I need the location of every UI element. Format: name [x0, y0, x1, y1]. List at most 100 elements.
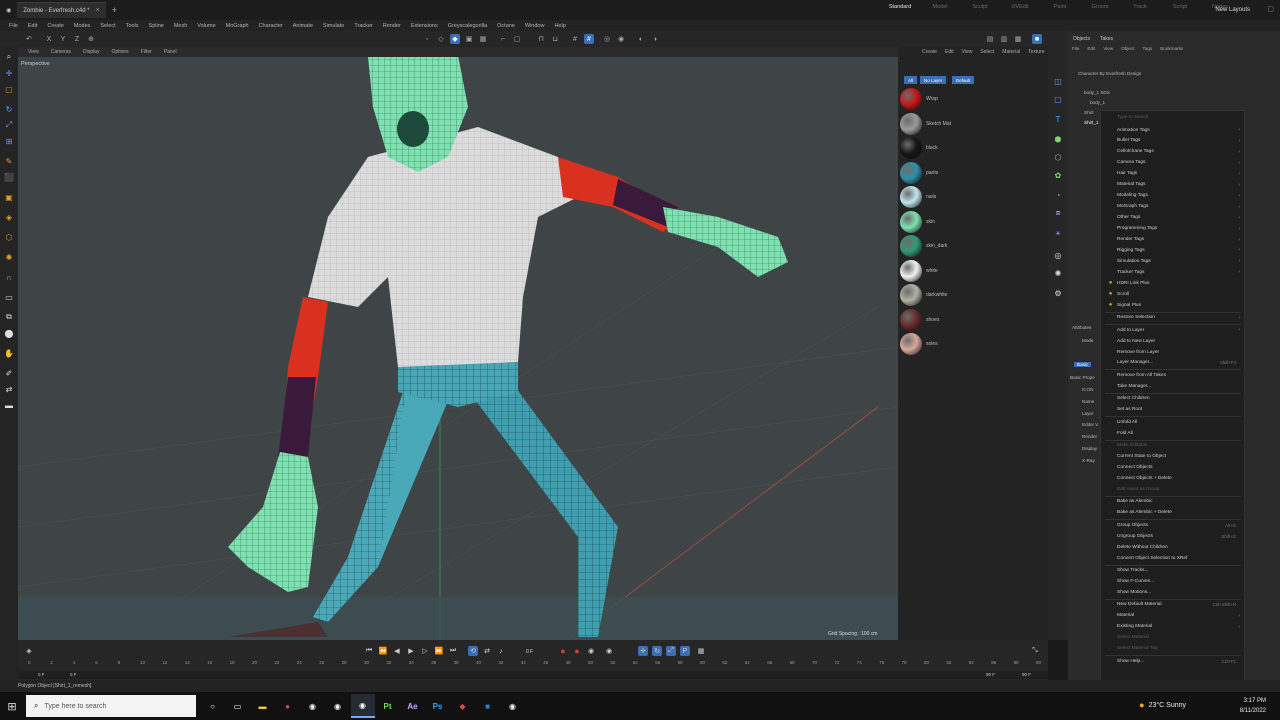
material-item[interactable]: pants — [900, 161, 1040, 185]
measure-icon[interactable]: ✐ — [3, 367, 15, 379]
filter-all[interactable]: All — [904, 76, 918, 84]
attributes-mode-menu[interactable]: Mode — [1082, 338, 1094, 343]
spline-icon[interactable]: ▢ — [1052, 93, 1064, 105]
context-item-show-motions[interactable]: Show Motions... — [1117, 587, 1242, 597]
context-item-bullet-tags[interactable]: Bullet Tags › — [1117, 136, 1242, 146]
window-controls[interactable]: ▢ — [1267, 5, 1274, 13]
objects-tab-takes[interactable]: Takes — [1095, 36, 1118, 42]
menu-tools[interactable]: Tools — [121, 23, 144, 29]
objects-menu-object[interactable]: Object — [1117, 46, 1138, 51]
objects-menu-tags[interactable]: Tags — [1138, 46, 1156, 51]
task-view-icon[interactable]: ▭ — [226, 694, 250, 718]
material-item[interactable]: skin_dark — [900, 234, 1040, 258]
transform-icon[interactable]: ⊞ — [3, 135, 15, 147]
text-icon[interactable]: T — [1052, 113, 1064, 125]
context-item-hair-tags[interactable]: Hair Tags › — [1117, 169, 1242, 179]
key-param-icon[interactable]: P — [680, 646, 690, 656]
context-item-fold-all[interactable]: Fold All — [1117, 428, 1242, 438]
context-item-show-f-curves[interactable]: Show F-Curves... — [1117, 577, 1242, 587]
layout-tab-model[interactable]: Model — [920, 4, 960, 10]
loop-icon[interactable]: ⟲ — [468, 646, 478, 656]
material-item[interactable]: nails — [900, 185, 1040, 209]
key-scale-icon[interactable]: ⤢ — [666, 646, 676, 656]
layout-tab-sculpt[interactable]: Sculpt — [960, 4, 1000, 10]
z-axis-button[interactable]: Z — [72, 34, 82, 44]
points-mode-icon[interactable]: ◦ — [422, 34, 432, 44]
menu-window[interactable]: Window — [520, 23, 550, 29]
context-item-scroll[interactable]: Scroll ● — [1109, 289, 1242, 299]
photoshop-icon[interactable]: Ps — [426, 694, 450, 718]
menu-mograph[interactable]: MoGraph — [221, 23, 254, 29]
context-item-cellotchane-tags[interactable]: Cellotchane Tags › — [1117, 147, 1242, 157]
context-item-layer-manager[interactable]: Layer Manager... Shift+F4 — [1117, 358, 1242, 368]
magnet-icon[interactable]: ∩ — [3, 271, 15, 283]
taskbar-clock[interactable]: 3:17 PM 8/11/2022 — [1240, 696, 1266, 716]
context-search-input[interactable]: Type to search — [1117, 112, 1242, 122]
select-icon[interactable]: ▢ — [3, 83, 15, 95]
viewport-menu-display[interactable]: Display — [77, 49, 105, 55]
snap-icon[interactable]: ⊓ — [536, 34, 546, 44]
context-item-material-tags[interactable]: Material Tags › — [1117, 180, 1242, 190]
grid-icon[interactable]: # — [584, 34, 594, 44]
context-item-mograph-tags[interactable]: MoGraph Tags › — [1117, 202, 1242, 212]
previous-key-icon[interactable]: ⏪ — [378, 646, 388, 656]
document-tab[interactable]: Zombie - Everfresh.c4d * × — [17, 2, 106, 18]
bridge-icon[interactable]: ⬡ — [3, 231, 15, 243]
x-axis-button[interactable]: X — [44, 34, 54, 44]
snap-tool-icon[interactable]: ⇄ — [3, 383, 15, 395]
timeline-settings-icon[interactable]: ⤡ — [1030, 646, 1040, 656]
menu-character[interactable]: Character — [254, 23, 288, 29]
material-item[interactable]: skin — [900, 210, 1040, 234]
menu-simulate[interactable]: Simulate — [318, 23, 349, 29]
layout-tab-uvedit[interactable]: UVEdit — [1000, 4, 1040, 10]
edges-mode-icon[interactable]: ◇ — [436, 34, 446, 44]
menu-select[interactable]: Select — [95, 23, 120, 29]
search-icon[interactable]: ⌕ — [3, 51, 15, 63]
context-item-other-tags[interactable]: Other Tags › — [1117, 213, 1242, 223]
uv-mode-icon[interactable]: ▣ — [464, 34, 474, 44]
y-axis-button[interactable]: Y — [58, 34, 68, 44]
chrome-icon[interactable]: ● — [276, 694, 300, 718]
bevel-icon[interactable]: ◈ — [3, 211, 15, 223]
tweak-mode-icon[interactable]: ▢ — [512, 34, 522, 44]
context-item-ungroup-objects[interactable]: Ungroup Objects Shift+G — [1117, 531, 1242, 541]
viewport-menu-cameras[interactable]: Cameras — [45, 49, 77, 55]
material-item[interactable]: black — [900, 136, 1040, 160]
context-item-simulation-tags[interactable]: Simulation Tags › — [1117, 256, 1242, 266]
object-row-shirt-1[interactable]: Shirt_1 — [1084, 120, 1099, 125]
material-item[interactable]: Wrap — [900, 87, 1040, 111]
basic-tab[interactable]: Basic — [1074, 362, 1092, 367]
cinema4d-extra-icon[interactable]: ◉ — [501, 694, 525, 718]
folder-icon[interactable]: ■ — [476, 694, 500, 718]
menu-create[interactable]: Create — [42, 23, 69, 29]
start-frame-field[interactable]: 0 F — [38, 672, 45, 677]
context-item-material[interactable]: Material › — [1117, 611, 1242, 621]
next-key-icon[interactable]: ⏩ — [434, 646, 444, 656]
rotate-icon[interactable]: ↻ — [3, 103, 15, 115]
material-item[interactable]: soles — [900, 332, 1040, 356]
character-icon[interactable]: ⚹ — [1052, 227, 1064, 239]
cinema4d-alt-icon[interactable]: ◉ — [326, 694, 350, 718]
close-tab-icon[interactable]: × — [96, 7, 100, 14]
3d-viewport[interactable] — [18, 47, 898, 640]
menu-volume[interactable]: Volume — [192, 23, 220, 29]
paint-icon[interactable]: ✋ — [3, 347, 15, 359]
context-item-signal-plus[interactable]: Signal Plus ● — [1109, 300, 1242, 310]
viewport-menu-filter[interactable]: Filter — [135, 49, 158, 55]
light-icon[interactable]: ✺ — [1052, 267, 1064, 279]
mograph-icon[interactable]: ⬡ — [1052, 151, 1064, 163]
render-picture-icon[interactable]: ◉ — [616, 34, 626, 44]
min-frame-field[interactable]: 0 F — [70, 672, 77, 677]
axis-mode-icon[interactable]: ⌐ — [498, 34, 508, 44]
context-item-programming-tags[interactable]: Programming Tags › — [1117, 224, 1242, 234]
key-rotation-icon[interactable]: ↻ — [652, 646, 662, 656]
frame-range-bar[interactable]: 0 F 0 F 90 F 90 F — [18, 671, 1048, 679]
context-item-convert-object-selection-to-xref[interactable]: Convert Object Selection to XRef — [1117, 553, 1242, 563]
play-icon[interactable]: ▶ — [406, 646, 416, 656]
redshift-icon[interactable]: ◆ — [451, 694, 475, 718]
viewport-menu-view[interactable]: View — [22, 49, 45, 55]
after-effects-icon[interactable]: Ae — [401, 694, 425, 718]
frame-ruler[interactable]: 0 2 4 6 8 10 12 14 16 18 20 22 24 26 28 30 32 34 36 38 40 42 4… — [28, 660, 1041, 670]
filter-default[interactable]: Default — [952, 76, 975, 84]
scene-icon[interactable]: ⚙ — [1052, 287, 1064, 299]
